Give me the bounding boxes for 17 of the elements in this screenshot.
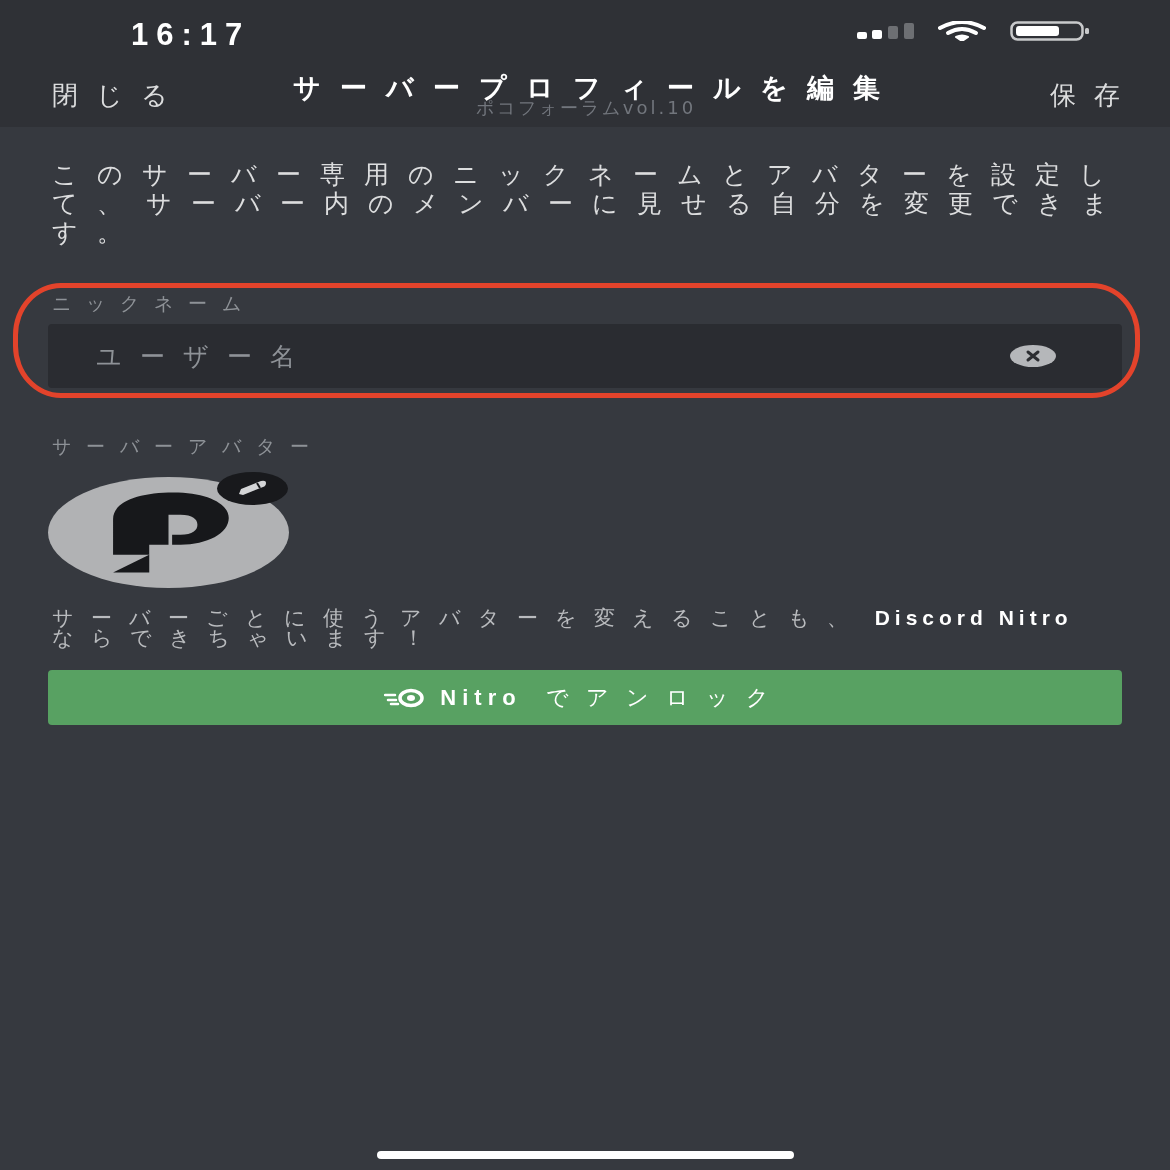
signal-icon: [857, 23, 914, 39]
nickname-label: ニックネーム: [52, 293, 257, 313]
close-button[interactable]: 閉じる: [52, 82, 186, 108]
avatar-label: サーバーアバター: [52, 436, 325, 456]
pencil-icon[interactable]: [217, 472, 288, 505]
save-button[interactable]: 保存: [1050, 82, 1138, 108]
battery-icon: [1010, 21, 1090, 41]
nickname-field[interactable]: ユーザー名: [48, 324, 1122, 388]
clear-icon[interactable]: [1010, 345, 1056, 367]
ring-icon: [384, 687, 425, 708]
status-time: 16:17: [131, 18, 251, 50]
server-name: ポコフォーラムvol.10: [475, 99, 697, 117]
nitro-note-text: サーバーごとに使うアバターを変えることも、 Discord Nitro ならできちゃいます！: [52, 608, 1074, 648]
page-title: サーバープロフィールを編集: [292, 74, 899, 101]
description-text: このサーバー専用のニックネームとアバターを設定して、 サーバー内のメンバーに見せる自分を変更できます。: [52, 160, 1128, 247]
wifi-icon: [938, 21, 986, 41]
letter-p-avatar-icon[interactable]: [48, 477, 289, 588]
